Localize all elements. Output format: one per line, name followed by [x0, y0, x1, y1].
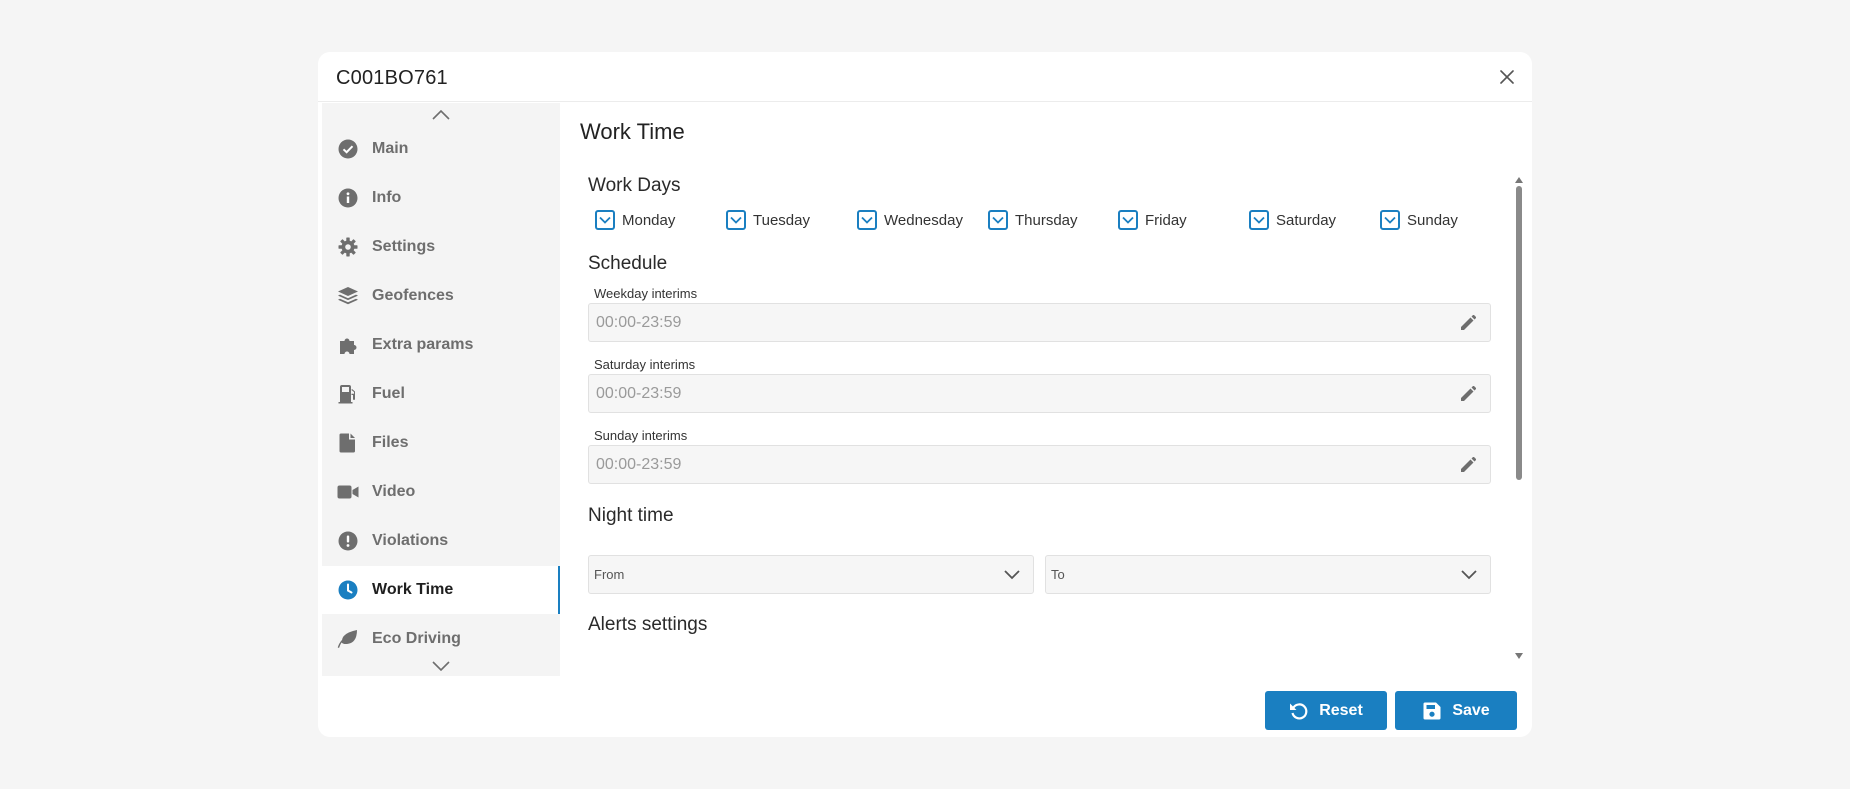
sidebar-item-info[interactable]: Info	[322, 174, 560, 222]
sidebar-scroll-up-button[interactable]	[322, 105, 560, 125]
sidebar-item-geofences[interactable]: Geofences	[322, 272, 560, 320]
chevron-up-icon	[432, 110, 450, 120]
select-placeholder: From	[594, 567, 625, 582]
exclamation-circle-icon	[337, 530, 359, 552]
undo-icon	[1289, 701, 1309, 721]
content-scrollbar-thumb[interactable]	[1516, 186, 1522, 480]
dialog-title: C001BO761	[336, 67, 448, 89]
puzzle-icon	[337, 334, 359, 356]
floppy-disk-icon	[1422, 701, 1442, 721]
weekday-interims-field[interactable]: 00:00-23:59	[588, 303, 1491, 342]
sidebar-item-label: Video	[372, 483, 416, 500]
day-label: Saturday	[1276, 211, 1337, 229]
sidebar-item-video[interactable]: Video	[322, 468, 560, 516]
sidebar-scroll-down-button[interactable]	[322, 656, 560, 676]
day-label: Friday	[1145, 211, 1187, 229]
saturday-interims-label: Saturday interims	[594, 357, 696, 372]
sidebar-item-violations[interactable]: Violations	[322, 517, 560, 565]
checkbox-checked-icon	[1380, 210, 1400, 230]
sidebar-item-label: Fuel	[372, 385, 405, 402]
sidebar-item-main[interactable]: Main	[322, 125, 560, 173]
day-checkbox-friday[interactable]: Friday	[1118, 209, 1187, 231]
day-checkbox-tuesday[interactable]: Tuesday	[726, 209, 810, 231]
sidebar-item-label: Settings	[372, 238, 436, 255]
sidebar-item-label: Work Time	[372, 581, 454, 598]
scroll-down-arrow-icon[interactable]	[1515, 653, 1523, 659]
sidebar-item-label: Files	[372, 434, 409, 451]
sidebar-item-extra-params[interactable]: Extra params	[322, 321, 560, 369]
day-label: Thursday	[1015, 211, 1078, 229]
day-checkbox-sunday[interactable]: Sunday	[1380, 209, 1458, 231]
sidebar-item-label: Eco Driving	[372, 630, 461, 647]
schedule-title: Schedule	[588, 253, 668, 274]
pencil-icon[interactable]	[1458, 313, 1478, 333]
night-time-to-select[interactable]: To	[1045, 555, 1491, 594]
sidebar-item-work-time[interactable]: Work Time	[322, 566, 560, 614]
check-circle-icon	[337, 138, 359, 160]
saturday-interims-field[interactable]: 00:00-23:59	[588, 374, 1491, 413]
field-value: 00:00-23:59	[596, 313, 682, 331]
checkbox-checked-icon	[857, 210, 877, 230]
sidebar-item-label: Main	[372, 140, 409, 157]
sidebar-item-label: Extra params	[372, 336, 474, 353]
sunday-interims-label: Sunday interims	[594, 428, 688, 443]
checkbox-checked-icon	[988, 210, 1008, 230]
reset-label: Reset	[1319, 701, 1363, 719]
day-label: Wednesday	[884, 211, 963, 229]
chevron-down-icon	[1004, 570, 1020, 580]
file-icon	[337, 432, 359, 454]
night-time-title: Night time	[588, 505, 674, 526]
save-label: Save	[1452, 701, 1490, 719]
scroll-up-arrow-icon[interactable]	[1515, 177, 1523, 183]
checkbox-checked-icon	[595, 210, 615, 230]
close-icon[interactable]	[1496, 66, 1518, 88]
checkbox-checked-icon	[726, 210, 746, 230]
video-camera-icon	[337, 481, 359, 503]
layers-icon	[337, 285, 359, 307]
chevron-down-icon	[1461, 570, 1477, 580]
field-value: 00:00-23:59	[596, 455, 682, 473]
night-time-from-select[interactable]: From	[588, 555, 1034, 594]
save-button[interactable]: Save	[1395, 691, 1517, 730]
clock-icon	[337, 579, 359, 601]
day-label: Sunday	[1407, 211, 1458, 229]
select-placeholder: To	[1051, 567, 1065, 582]
sidebar-item-settings[interactable]: Settings	[322, 223, 560, 271]
pencil-icon[interactable]	[1458, 384, 1478, 404]
chevron-down-icon	[432, 661, 450, 671]
weekday-interims-label: Weekday interims	[594, 286, 698, 301]
day-label: Monday	[622, 211, 676, 229]
gear-icon	[337, 236, 359, 258]
sidebar-item-label: Info	[372, 189, 402, 206]
checkbox-checked-icon	[1118, 210, 1138, 230]
reset-button[interactable]: Reset	[1265, 691, 1387, 730]
fuel-pump-icon	[337, 383, 359, 405]
field-value: 00:00-23:59	[596, 384, 682, 402]
leaf-icon	[337, 628, 359, 650]
day-checkbox-monday[interactable]: Monday	[595, 209, 675, 231]
checkbox-checked-icon	[1249, 210, 1269, 230]
day-label: Tuesday	[753, 211, 810, 229]
sidebar-item-label: Violations	[372, 532, 449, 549]
alerts-settings-title: Alerts settings	[588, 614, 708, 635]
day-checkbox-saturday[interactable]: Saturday	[1249, 209, 1336, 231]
sidebar: Main Info Settings Geofences Extra param…	[322, 103, 560, 676]
sunday-interims-field[interactable]: 00:00-23:59	[588, 445, 1491, 484]
sidebar-item-label: Geofences	[372, 287, 454, 304]
sidebar-item-files[interactable]: Files	[322, 419, 560, 467]
sidebar-item-fuel[interactable]: Fuel	[322, 370, 560, 418]
day-checkbox-wednesday[interactable]: Wednesday	[857, 209, 963, 231]
info-icon	[337, 187, 359, 209]
day-checkbox-thursday[interactable]: Thursday	[988, 209, 1078, 231]
pencil-icon[interactable]	[1458, 455, 1478, 475]
dialog-header: C001BO761	[318, 52, 1532, 102]
page-title: Work Time	[580, 119, 685, 144]
work-days-title: Work Days	[588, 175, 681, 196]
